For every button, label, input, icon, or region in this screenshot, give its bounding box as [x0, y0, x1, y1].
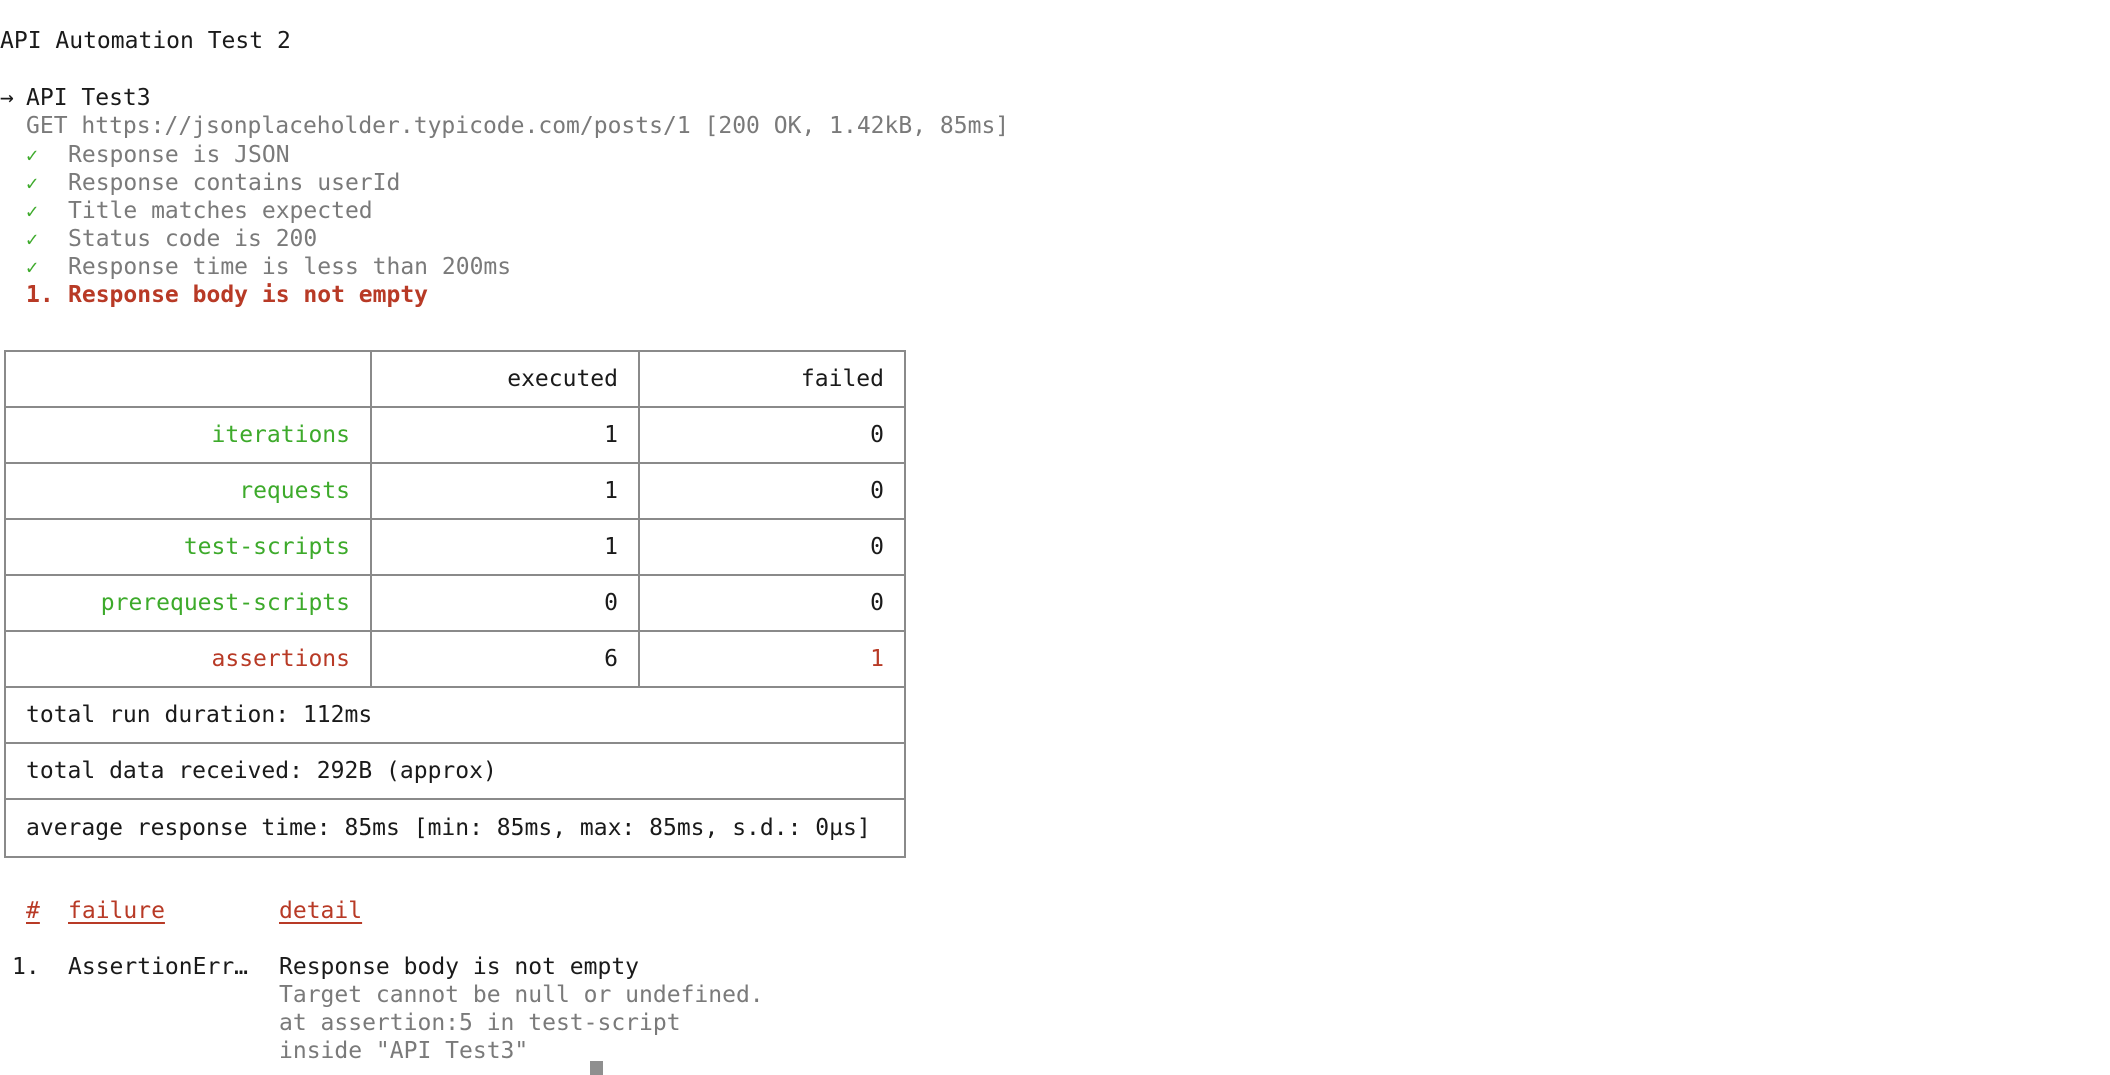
table-row: test-scripts 1 0 — [6, 520, 904, 576]
failure-detail-line: Target cannot be null or undefined. — [279, 982, 764, 1008]
assertion-item: Title matches expected — [68, 198, 373, 224]
average-response-time: average response time: 85ms [min: 85ms, … — [26, 815, 871, 841]
row-label: assertions — [6, 632, 372, 686]
failure-detail-line: at assertion:5 in test-script — [279, 1010, 681, 1036]
row-executed: 1 — [372, 464, 640, 518]
row-label: test-scripts — [6, 520, 372, 574]
check-icon: ✓ — [26, 171, 39, 195]
table-header-label — [6, 352, 372, 406]
check-icon: ✓ — [26, 199, 39, 223]
failure-detail-line: inside "API Test3" — [279, 1038, 529, 1064]
row-failed: 1 — [870, 646, 884, 672]
collection-title: API Automation Test 2 — [0, 28, 291, 54]
table-row: assertions 6 1 — [6, 632, 904, 688]
row-label: iterations — [6, 408, 372, 462]
assertion-item: Status code is 200 — [68, 226, 318, 252]
failures-header-num: # — [26, 898, 40, 924]
total-data-received: total data received: 292B (approx) — [26, 758, 497, 784]
table-row-summary: total run duration: 112ms — [6, 688, 904, 744]
assertion-item: Response contains userId — [68, 170, 401, 196]
failure-name: AssertionErr… — [68, 954, 249, 980]
check-icon: ✓ — [26, 227, 39, 251]
row-executed: 1 — [372, 408, 640, 462]
row-executed: 6 — [372, 632, 640, 686]
run-summary-table: executed failed iterations 1 0 requests … — [4, 350, 906, 858]
table-header-executed: executed — [372, 352, 640, 406]
row-failed: 0 — [870, 590, 884, 616]
check-icon: ✓ — [26, 255, 39, 279]
row-label: requests — [6, 464, 372, 518]
table-row: requests 1 0 — [6, 464, 904, 520]
request-name: API Test3 — [26, 85, 151, 111]
table-row: iterations 1 0 — [6, 408, 904, 464]
failures-header-failure: failure — [68, 898, 165, 924]
request-arrow-icon: → — [0, 85, 14, 111]
row-failed: 0 — [870, 422, 884, 448]
failed-assertion-number: 1. — [26, 282, 54, 308]
request-summary: GET https://jsonplaceholder.typicode.com… — [26, 113, 1010, 139]
table-row-summary: total data received: 292B (approx) — [6, 744, 904, 800]
assertion-item: Response is JSON — [68, 142, 290, 168]
row-label: prerequest-scripts — [6, 576, 372, 630]
table-row: prerequest-scripts 0 0 — [6, 576, 904, 632]
failures-header-detail: detail — [279, 898, 363, 924]
table-row-summary: average response time: 85ms [min: 85ms, … — [6, 800, 904, 856]
table-header-failed: failed — [800, 366, 884, 392]
failure-detail: Response body is not empty — [279, 954, 640, 980]
row-failed: 0 — [870, 534, 884, 560]
check-icon: ✓ — [26, 143, 39, 167]
failed-assertion-item: Response body is not empty — [68, 282, 429, 308]
assertion-item: Response time is less than 200ms — [68, 254, 512, 280]
table-header-row: executed failed — [6, 352, 904, 408]
total-run-duration: total run duration: 112ms — [26, 702, 373, 728]
row-executed: 1 — [372, 520, 640, 574]
row-failed: 0 — [870, 478, 884, 504]
terminal-cursor — [590, 1061, 603, 1075]
failure-number: 1. — [12, 954, 40, 980]
row-executed: 0 — [372, 576, 640, 630]
